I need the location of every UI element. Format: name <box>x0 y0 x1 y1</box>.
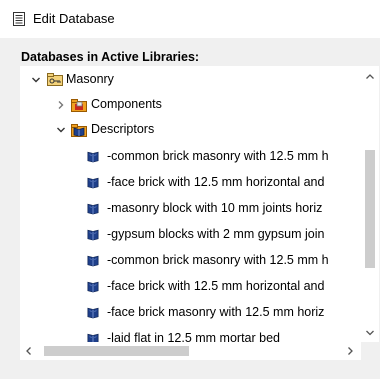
descriptor-label: -face brick masonry with 12.5 mm horiz <box>107 305 325 319</box>
list-item[interactable]: -face brick with 12.5 mm horizontal and <box>20 276 361 300</box>
tree-item-label: Components <box>91 97 162 111</box>
section-label: Databases in Active Libraries: <box>21 50 200 64</box>
descriptor-label: -masonry block with 10 mm joints horiz <box>107 201 323 215</box>
descriptor-label: -face brick with 12.5 mm horizontal and <box>107 279 325 293</box>
tree-item-components[interactable]: Components <box>20 94 361 118</box>
tree-item-descriptors[interactable]: Descriptors <box>20 119 361 143</box>
vertical-scrollbar[interactable] <box>361 66 379 342</box>
book-icon <box>87 255 99 267</box>
list-item[interactable]: -face brick with 12.5 mm horizontal and <box>20 172 361 196</box>
list-item[interactable]: -gypsum blocks with 2 mm gypsum join <box>20 224 361 248</box>
descriptor-label: -gypsum blocks with 2 mm gypsum join <box>107 227 325 241</box>
descriptor-label: -common brick masonry with 12.5 mm h <box>107 253 329 267</box>
tree-item-label: Descriptors <box>91 122 155 136</box>
horizontal-scroll-thumb[interactable] <box>44 346 189 356</box>
scroll-left-icon[interactable] <box>24 346 34 356</box>
chevron-down-icon[interactable] <box>31 75 41 85</box>
chevron-down-icon[interactable] <box>56 125 66 135</box>
list-item[interactable]: -common brick masonry with 12.5 mm h <box>20 250 361 274</box>
descriptor-label: -common brick masonry with 12.5 mm h <box>107 149 329 163</box>
title-bar: Edit Database <box>0 0 380 38</box>
folder-icon <box>71 99 87 112</box>
list-item[interactable]: -masonry block with 10 mm joints horiz <box>20 198 361 222</box>
scrollbar-corner <box>361 342 379 360</box>
book-icon <box>87 151 99 163</box>
chevron-right-icon[interactable] <box>56 100 66 110</box>
scroll-up-icon[interactable] <box>365 72 375 82</box>
book-folder-icon <box>71 124 87 137</box>
book-icon <box>87 307 99 319</box>
scroll-right-icon[interactable] <box>345 346 355 356</box>
list-item[interactable]: -face brick masonry with 12.5 mm horiz <box>20 302 361 326</box>
scroll-down-icon[interactable] <box>365 328 375 338</box>
book-icon <box>87 333 99 342</box>
horizontal-scrollbar[interactable] <box>20 342 361 360</box>
book-icon <box>87 203 99 215</box>
tree-item-label: Masonry <box>66 72 114 86</box>
book-icon <box>87 177 99 189</box>
tree-item-masonry[interactable]: Masonry <box>20 69 361 93</box>
key-folder-icon <box>47 73 63 86</box>
vertical-scroll-thumb[interactable] <box>365 150 375 268</box>
window-title: Edit Database <box>33 11 115 26</box>
list-item[interactable]: -laid flat in 12.5 mm mortar bed <box>20 328 361 342</box>
database-tree[interactable]: Masonry Components Descriptors -common b… <box>20 66 379 342</box>
descriptor-label: -laid flat in 12.5 mm mortar bed <box>107 331 280 342</box>
descriptor-label: -face brick with 12.5 mm horizontal and <box>107 175 325 189</box>
database-icon <box>13 12 25 26</box>
list-item[interactable]: -common brick masonry with 12.5 mm h <box>20 146 361 170</box>
book-icon <box>87 281 99 293</box>
book-icon <box>87 229 99 241</box>
